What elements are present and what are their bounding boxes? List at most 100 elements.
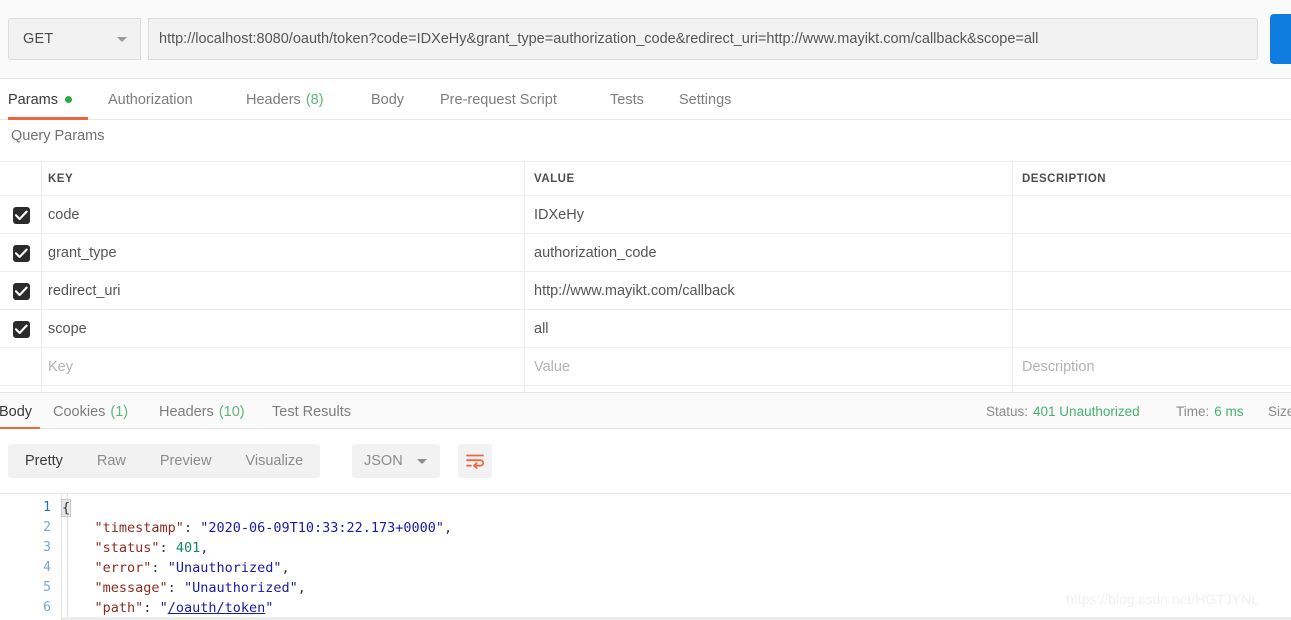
param-description-cell[interactable] [1022,196,1282,233]
table-column-divider-2 [524,272,525,309]
param-value-cell[interactable]: authorization_code [534,234,1006,271]
query-params-title: Query Params [11,128,105,144]
request-url-input[interactable]: http://localhost:8080/oauth/token?code=I… [148,18,1258,60]
response-tab-body[interactable]: Body [0,393,40,430]
code-line: "status": 401, [62,538,1291,558]
table-column-divider-1 [41,162,42,195]
code-line: "timestamp": "2020-06-09T10:33:22.173+00… [62,518,1291,538]
code-token: "Unauthorized" [167,560,282,576]
view-mode-visualize[interactable]: Visualize [228,444,320,478]
code-token: "message" [94,580,168,596]
code-content[interactable]: { "timestamp": "2020-06-09T10:33:22.173+… [60,494,1291,620]
response-tab-bar: Body Cookies (1) Headers (10) Test Results Sta… [0,392,1291,430]
tab-label: Settings [679,91,732,108]
table-column-divider-3 [1012,272,1013,309]
row-enabled-checkbox[interactable] [13,206,30,224]
response-view-mode-group: Pretty Raw Preview Visualize [8,444,321,478]
request-tab-body[interactable]: Body [371,79,411,120]
row-enabled-checkbox[interactable] [13,244,30,262]
table-column-divider-1 [41,310,42,347]
table-column-divider-3 [1012,310,1013,347]
table-column-divider-2 [524,162,525,195]
param-description-cell[interactable] [1022,310,1282,347]
check-icon [15,324,28,334]
request-tab-headers[interactable]: Headers (8) [246,79,334,120]
response-tab-cookies[interactable]: Cookies (1) [53,393,138,430]
tab-badge-count: (10) [218,403,245,420]
response-tab-headers[interactable]: Headers (10) [159,393,251,430]
param-key-cell[interactable]: code [48,196,518,233]
table-column-divider-frag-3 [1012,380,1013,392]
code-line-number: 2 [43,520,51,535]
chevron-down-icon [117,37,127,42]
param-key-cell[interactable]: redirect_uri [48,272,518,309]
chevron-down-icon [417,459,427,464]
tab-badge-count: (1) [110,403,129,420]
row-enabled-checkbox[interactable] [13,320,30,338]
request-tab-authorization[interactable]: Authorization [108,79,218,120]
new-param-key-input[interactable]: Key [48,348,518,385]
view-mode-preview[interactable]: Preview [143,444,229,478]
request-tab-tests[interactable]: Tests [610,79,650,120]
param-key-cell[interactable]: scope [48,310,518,347]
code-token: , [444,520,453,536]
response-meta-size: Size [1268,393,1291,430]
tab-label: Pre-request Script [440,91,557,108]
tab-modified-dot-icon [64,96,72,103]
code-line-number: 4 [43,560,51,575]
tab-label: Cookies [53,403,106,420]
code-line-number-gutter: 1 2 3 4 5 6 [0,494,62,620]
code-line: "message": "Unauthorized", [62,578,1291,598]
request-tab-pre-request-script[interactable]: Pre-request Script [440,79,580,120]
code-token: , [297,580,306,596]
check-icon [15,286,28,296]
column-header-value: VALUE [534,172,575,185]
param-description-cell[interactable] [1022,234,1282,271]
response-format-select[interactable]: JSON [352,444,440,478]
param-description-cell[interactable] [1022,272,1282,309]
code-token: "Unauthorized" [183,580,298,596]
response-body-code-viewer[interactable]: 1 2 3 4 5 6 { "timestamp": "2020-06-09T10:33:… [0,493,1291,620]
word-wrap-toggle-button[interactable] [458,444,492,478]
response-format-label: JSON [364,453,403,469]
code-link[interactable]: /oauth/token [168,600,266,616]
check-icon [15,248,28,258]
row-enabled-checkbox[interactable] [13,282,30,300]
table-column-divider-1 [41,196,42,233]
param-value-cell[interactable]: http://www.mayikt.com/callback [534,272,1006,309]
tab-label: Headers [159,403,214,420]
param-key-cell[interactable]: grant_type [48,234,518,271]
param-value-cell[interactable]: all [534,310,1006,347]
code-line-number: 5 [43,580,51,595]
meta-label: Status: [986,404,1029,419]
meta-label: Size [1268,404,1291,419]
param-value-cell[interactable]: IDXeHy [534,196,1006,233]
table-column-divider-2 [524,234,525,271]
code-token: , [200,540,209,556]
column-header-key: KEY [48,172,74,185]
new-param-description-input[interactable]: Description [1022,348,1282,385]
code-token: "path" [94,600,144,616]
send-button[interactable] [1270,14,1291,64]
request-tab-params[interactable]: Params [8,79,88,120]
new-param-value-input[interactable]: Value [534,348,1006,385]
code-token: "2020-06-09T10:33:22.173+0000" [200,520,445,536]
tab-label: Body [0,403,33,420]
word-wrap-icon [465,454,484,469]
view-mode-raw[interactable]: Raw [80,444,143,478]
table-row: code IDXeHy [0,196,1291,234]
code-token: : [143,600,160,616]
query-params-table: KEY VALUE DESCRIPTION code IDXeHy grant_type a… [0,161,1291,386]
table-row: scope all [0,310,1291,348]
code-line: { [60,498,1291,518]
code-token: : [167,580,184,596]
view-mode-pretty[interactable]: Pretty [8,444,80,478]
table-new-row: Key Value Description [0,348,1291,386]
request-tab-settings[interactable]: Settings [679,79,745,120]
table-column-divider-3 [1012,196,1013,233]
code-line-number: 6 [43,600,51,615]
code-token: " [265,600,274,616]
response-tab-test-results[interactable]: Test Results [272,393,366,430]
http-method-select[interactable]: GET [8,18,141,60]
